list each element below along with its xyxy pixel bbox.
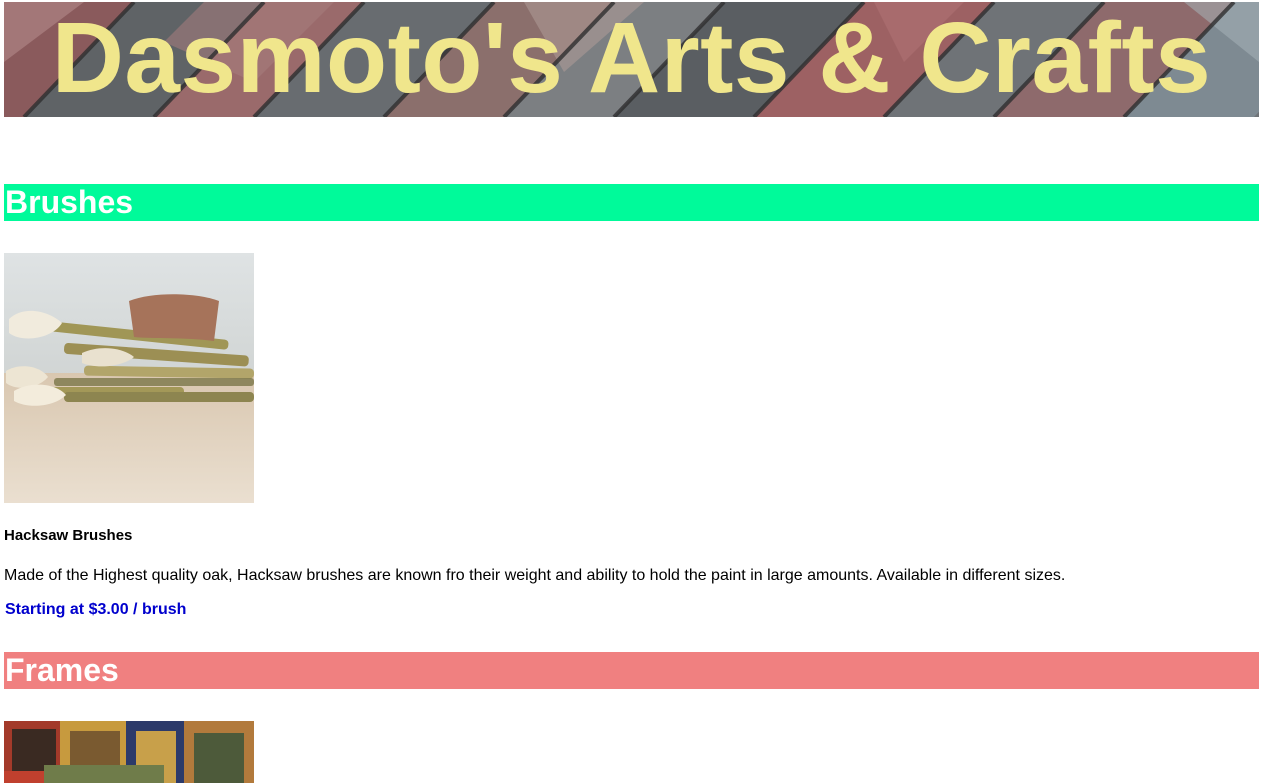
product-description: Made of the Highest quality oak, Hacksaw… (4, 567, 1066, 584)
page: Dasmoto's Arts & Crafts Brushes Hacksaw … (0, 0, 1263, 783)
site-title: Dasmoto's Arts & Crafts (51, 2, 1212, 114)
picture-frames-image (4, 721, 254, 783)
hacksaw-brushes-image (4, 253, 254, 503)
product-name: Hacksaw Brushes (4, 527, 133, 544)
section-heading-brushes: Brushes (4, 184, 1259, 221)
product-price: Starting at $3.00 / brush (5, 601, 187, 618)
section-heading-frames: Frames (4, 652, 1259, 689)
banner: Dasmoto's Arts & Crafts (4, 2, 1259, 117)
